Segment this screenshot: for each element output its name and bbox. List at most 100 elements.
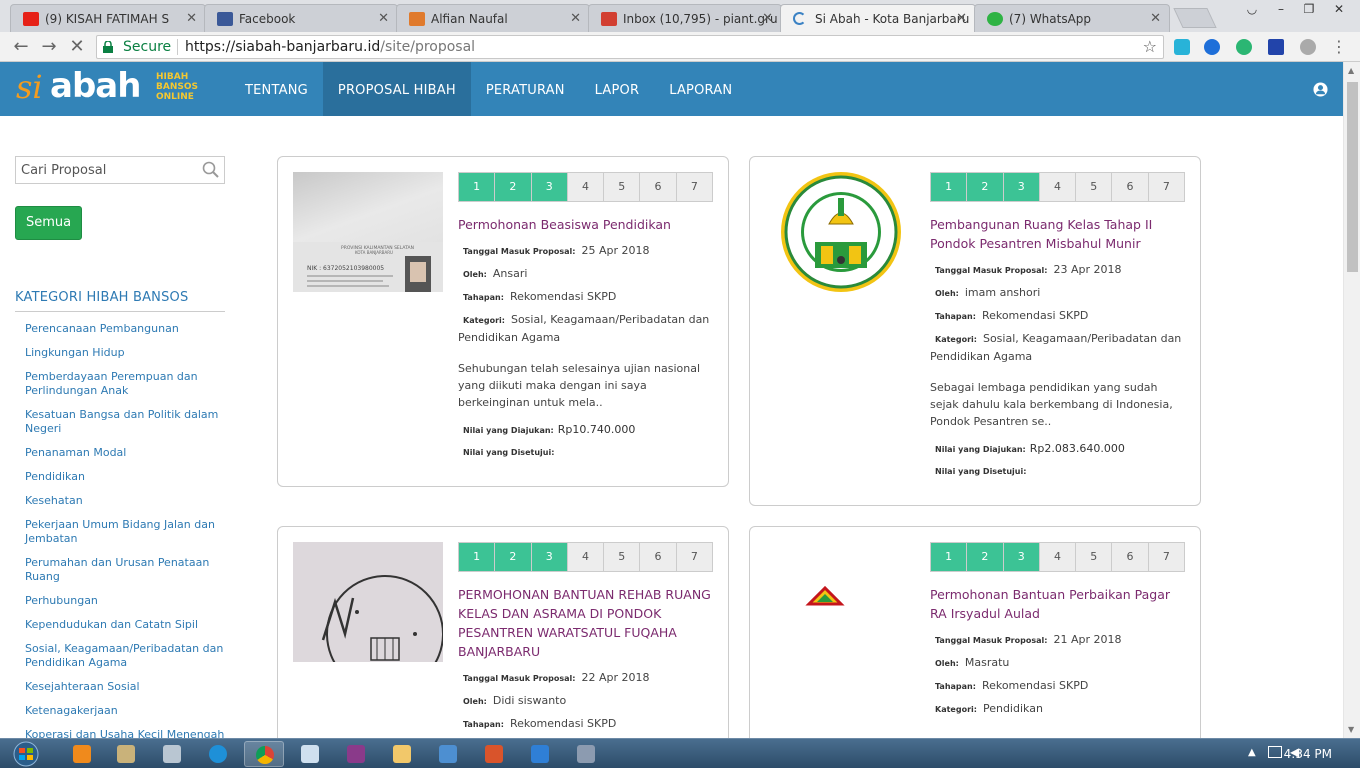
oleh-row: Oleh: Didi siswanto bbox=[463, 694, 567, 707]
tahapan-steps: 1 2 3 4 5 6 7 bbox=[458, 172, 713, 202]
step: 3 bbox=[1003, 173, 1040, 201]
step: 6 bbox=[640, 173, 677, 201]
menu-tentang[interactable]: TENTANG bbox=[230, 62, 323, 116]
proposal-card[interactable]: 1 2 3 4 5 6 7 PERMOHONAN BANTUAN REHAB R… bbox=[277, 526, 729, 766]
taskbar-tools[interactable] bbox=[106, 741, 146, 767]
taskbar-explorer[interactable] bbox=[382, 741, 422, 767]
stop-icon[interactable]: ✕ bbox=[66, 36, 88, 58]
proposal-title[interactable]: Pembangunan Ruang Kelas Tahap II Pondok … bbox=[930, 215, 1185, 253]
windows-start-icon[interactable] bbox=[6, 740, 46, 768]
close-tab-icon[interactable]: ✕ bbox=[762, 11, 773, 26]
user-profile-icon[interactable]: ◡ bbox=[1237, 0, 1267, 20]
browser-tab-facebook[interactable]: Facebook ✕ bbox=[204, 4, 398, 32]
kategori-link[interactable]: Pekerjaan Umum Bidang Jalan dan Jembatan bbox=[25, 518, 225, 546]
kategori-link[interactable]: Kesatuan Bangsa dan Politik dalam Negeri bbox=[25, 408, 225, 436]
step: 7 bbox=[676, 173, 712, 201]
facebook-icon bbox=[217, 12, 233, 26]
semua-button[interactable]: Semua bbox=[15, 206, 82, 240]
user-account-icon[interactable] bbox=[1313, 82, 1328, 97]
tanggal-row: Tanggal Masuk Proposal: 22 Apr 2018 bbox=[463, 671, 650, 684]
taskbar-winrar[interactable] bbox=[336, 741, 376, 767]
taskbar-app[interactable] bbox=[566, 741, 606, 767]
proposal-title[interactable]: PERMOHONAN BANTUAN REHAB RUANG KELAS DAN… bbox=[458, 585, 713, 661]
menu-peraturan[interactable]: PERATURAN bbox=[471, 62, 580, 116]
back-arrow-icon[interactable]: ← bbox=[10, 36, 32, 58]
step: 2 bbox=[967, 173, 1004, 201]
tahapan-row: Tahapan: Rekomendasi SKPD bbox=[463, 717, 617, 730]
kategori-link[interactable]: Ketenagakerjaan bbox=[25, 704, 225, 718]
extension-icon[interactable] bbox=[1236, 39, 1252, 55]
close-tab-icon[interactable]: ✕ bbox=[570, 11, 581, 26]
svg-text:NIK : 6372052103980005: NIK : 6372052103980005 bbox=[307, 265, 384, 272]
browser-tab-alfian[interactable]: Alfian Naufal ✕ bbox=[396, 4, 590, 32]
close-window-button[interactable]: ✕ bbox=[1324, 0, 1354, 20]
scrollbar-thumb[interactable] bbox=[1347, 82, 1358, 272]
tanggal-row: Tanggal Masuk Proposal: 23 Apr 2018 bbox=[935, 263, 1122, 276]
extension-icon[interactable] bbox=[1300, 39, 1316, 55]
proposal-title[interactable]: Permohonan Beasiswa Pendidikan bbox=[458, 215, 713, 234]
browser-tab-gmail[interactable]: Inbox (10,795) - piant.gru ✕ bbox=[588, 4, 782, 32]
url-text[interactable]: https://siabah-banjarbaru.id/site/propos… bbox=[185, 36, 475, 58]
close-tab-icon[interactable]: ✕ bbox=[378, 11, 389, 26]
browser-tab-youtube[interactable]: (9) KISAH FATIMAH S ✕ bbox=[10, 4, 206, 32]
step: 1 bbox=[931, 173, 968, 201]
taskbar-internet-explorer[interactable] bbox=[198, 741, 238, 767]
new-tab-button[interactable] bbox=[1173, 8, 1217, 28]
chrome-menu-icon[interactable]: ⋮ bbox=[1328, 36, 1350, 58]
taskbar-media-player[interactable] bbox=[62, 741, 102, 767]
secure-label: Secure bbox=[123, 39, 172, 55]
proposal-card[interactable]: PROVINSI KALIMANTAN SELATAN KOTA BANJARB… bbox=[277, 156, 729, 487]
extension-icon[interactable] bbox=[1204, 39, 1220, 55]
extension-icon[interactable] bbox=[1268, 39, 1284, 55]
proposal-card[interactable]: 1 2 3 4 5 6 7 Permohonan Bantuan Perbaik… bbox=[749, 526, 1201, 766]
kategori-link[interactable]: Perumahan dan Urusan Penataan Ruang bbox=[25, 556, 225, 584]
kategori-link[interactable]: Kependudukan dan Catatn Sipil bbox=[25, 618, 225, 632]
close-tab-icon[interactable]: ✕ bbox=[1150, 11, 1161, 26]
proposal-card[interactable]: 1 2 3 4 5 6 7 Pembangunan Ruang Kelas Ta… bbox=[749, 156, 1201, 506]
kategori-link[interactable]: Kesejahteraan Sosial bbox=[25, 680, 225, 694]
search-input[interactable] bbox=[16, 157, 196, 183]
browser-tab-strip: (9) KISAH FATIMAH S ✕ Facebook ✕ Alfian … bbox=[0, 0, 1360, 33]
kategori-link[interactable]: Pemberdayaan Perempuan dan Perlindungan … bbox=[25, 370, 225, 398]
taskbar-audio[interactable] bbox=[474, 741, 514, 767]
kategori-link[interactable]: Perhubungan bbox=[25, 594, 225, 608]
kategori-link[interactable]: Penanaman Modal bbox=[25, 446, 225, 460]
proposal-title[interactable]: Permohonan Bantuan Perbaikan Pagar RA Ir… bbox=[930, 585, 1185, 623]
step: 3 bbox=[531, 543, 568, 571]
kategori-link[interactable]: Pendidikan bbox=[25, 470, 225, 484]
close-tab-icon[interactable]: ✕ bbox=[186, 11, 197, 26]
nilai-diajukan-row: Nilai yang Diajukan: Rp10.740.000 bbox=[463, 423, 636, 436]
close-tab-icon[interactable]: ✕ bbox=[956, 11, 967, 26]
menu-laporan[interactable]: LAPORAN bbox=[654, 62, 747, 116]
kategori-link[interactable]: Kesehatan bbox=[25, 494, 225, 508]
gmail-icon bbox=[601, 12, 617, 26]
step: 6 bbox=[1112, 543, 1149, 571]
restore-button[interactable]: ❐ bbox=[1294, 0, 1324, 20]
menu-lapor[interactable]: LAPOR bbox=[580, 62, 655, 116]
network-icon[interactable] bbox=[1268, 746, 1282, 758]
address-bar[interactable]: Secure https://siabah-banjarbaru.id/site… bbox=[96, 35, 1164, 59]
page-scrollbar[interactable]: ▲ ▼ bbox=[1343, 62, 1360, 738]
taskbar-clock[interactable]: 4:34 PM bbox=[1284, 747, 1332, 761]
taskbar-chrome[interactable] bbox=[244, 741, 284, 767]
extension-icon[interactable] bbox=[1174, 39, 1190, 55]
kategori-link[interactable]: Sosial, Keagamaan/Peribadatan dan Pendid… bbox=[25, 642, 225, 670]
taskbar-control-panel[interactable] bbox=[428, 741, 468, 767]
taskbar-calculator[interactable] bbox=[152, 741, 192, 767]
browser-tab-whatsapp[interactable]: (7) WhatsApp ✕ bbox=[974, 4, 1170, 32]
pesantren-seal-logo bbox=[765, 172, 915, 292]
tab-title: Facebook bbox=[239, 12, 296, 26]
kategori-link[interactable]: Perencanaan Pembangunan bbox=[25, 322, 225, 336]
taskbar-notepad[interactable] bbox=[290, 741, 330, 767]
tray-expand-icon[interactable]: ▲ bbox=[1248, 747, 1256, 758]
taskbar-vscode[interactable] bbox=[520, 741, 560, 767]
step: 1 bbox=[931, 543, 968, 571]
browser-tab-siabah[interactable]: Si Abah - Kota Banjarbaru ✕ bbox=[780, 4, 976, 33]
minimize-button[interactable]: – bbox=[1266, 0, 1296, 20]
lock-icon bbox=[103, 41, 113, 53]
bookmark-star-icon[interactable]: ☆ bbox=[1143, 36, 1157, 58]
forward-arrow-icon[interactable]: → bbox=[38, 36, 60, 58]
menu-proposal-hibah[interactable]: PROPOSAL HIBAH bbox=[322, 62, 471, 116]
kategori-link[interactable]: Lingkungan Hidup bbox=[25, 346, 225, 360]
search-icon[interactable] bbox=[202, 161, 220, 179]
